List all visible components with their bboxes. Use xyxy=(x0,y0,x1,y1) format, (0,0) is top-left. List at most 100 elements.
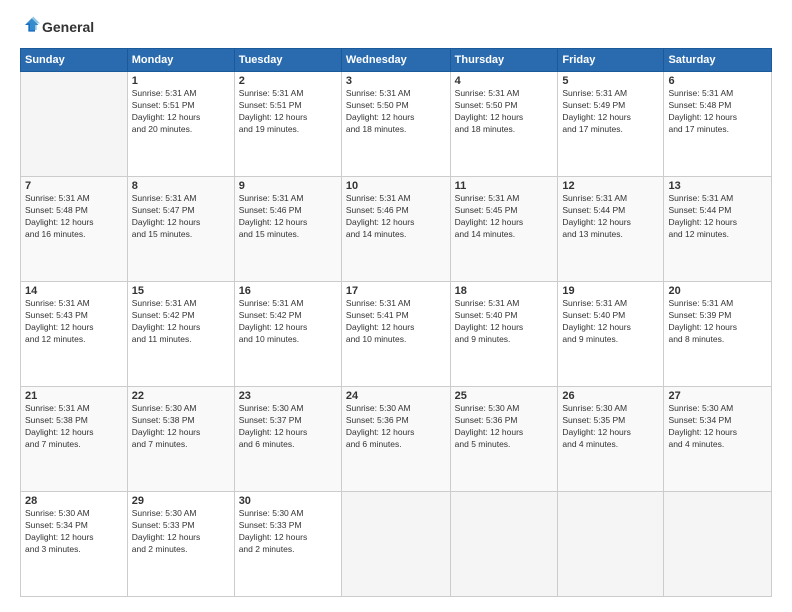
calendar-cell: 26Sunrise: 5:30 AM Sunset: 5:35 PM Dayli… xyxy=(558,387,664,492)
day-info: Sunrise: 5:31 AM Sunset: 5:44 PM Dayligh… xyxy=(668,193,767,241)
day-info: Sunrise: 5:31 AM Sunset: 5:50 PM Dayligh… xyxy=(346,88,446,136)
calendar-cell xyxy=(558,492,664,597)
weekday-header-wednesday: Wednesday xyxy=(341,49,450,72)
calendar-cell: 3Sunrise: 5:31 AM Sunset: 5:50 PM Daylig… xyxy=(341,72,450,177)
calendar-cell: 1Sunrise: 5:31 AM Sunset: 5:51 PM Daylig… xyxy=(127,72,234,177)
weekday-header-row: SundayMondayTuesdayWednesdayThursdayFrid… xyxy=(21,49,772,72)
day-info: Sunrise: 5:31 AM Sunset: 5:46 PM Dayligh… xyxy=(239,193,337,241)
calendar-cell xyxy=(341,492,450,597)
weekday-header-thursday: Thursday xyxy=(450,49,558,72)
day-number: 23 xyxy=(239,390,337,402)
calendar-cell: 14Sunrise: 5:31 AM Sunset: 5:43 PM Dayli… xyxy=(21,282,128,387)
day-info: Sunrise: 5:30 AM Sunset: 5:36 PM Dayligh… xyxy=(346,403,446,451)
day-info: Sunrise: 5:30 AM Sunset: 5:36 PM Dayligh… xyxy=(455,403,554,451)
calendar-table: SundayMondayTuesdayWednesdayThursdayFrid… xyxy=(20,48,772,597)
calendar-cell: 22Sunrise: 5:30 AM Sunset: 5:38 PM Dayli… xyxy=(127,387,234,492)
day-info: Sunrise: 5:31 AM Sunset: 5:42 PM Dayligh… xyxy=(132,298,230,346)
day-number: 11 xyxy=(455,180,554,192)
day-info: Sunrise: 5:30 AM Sunset: 5:38 PM Dayligh… xyxy=(132,403,230,451)
weekday-header-saturday: Saturday xyxy=(664,49,772,72)
day-number: 8 xyxy=(132,180,230,192)
week-row-2: 7Sunrise: 5:31 AM Sunset: 5:48 PM Daylig… xyxy=(21,177,772,282)
calendar-cell: 6Sunrise: 5:31 AM Sunset: 5:48 PM Daylig… xyxy=(664,72,772,177)
day-info: Sunrise: 5:30 AM Sunset: 5:35 PM Dayligh… xyxy=(562,403,659,451)
day-info: Sunrise: 5:31 AM Sunset: 5:42 PM Dayligh… xyxy=(239,298,337,346)
week-row-4: 21Sunrise: 5:31 AM Sunset: 5:38 PM Dayli… xyxy=(21,387,772,492)
weekday-header-sunday: Sunday xyxy=(21,49,128,72)
logo-icon xyxy=(20,15,40,35)
day-info: Sunrise: 5:31 AM Sunset: 5:50 PM Dayligh… xyxy=(455,88,554,136)
calendar-cell: 12Sunrise: 5:31 AM Sunset: 5:44 PM Dayli… xyxy=(558,177,664,282)
day-number: 24 xyxy=(346,390,446,402)
day-number: 27 xyxy=(668,390,767,402)
calendar-cell: 8Sunrise: 5:31 AM Sunset: 5:47 PM Daylig… xyxy=(127,177,234,282)
calendar-cell: 29Sunrise: 5:30 AM Sunset: 5:33 PM Dayli… xyxy=(127,492,234,597)
calendar-cell: 18Sunrise: 5:31 AM Sunset: 5:40 PM Dayli… xyxy=(450,282,558,387)
day-number: 2 xyxy=(239,75,337,87)
day-info: Sunrise: 5:31 AM Sunset: 5:38 PM Dayligh… xyxy=(25,403,123,451)
day-number: 16 xyxy=(239,285,337,297)
day-number: 10 xyxy=(346,180,446,192)
day-number: 18 xyxy=(455,285,554,297)
day-info: Sunrise: 5:31 AM Sunset: 5:48 PM Dayligh… xyxy=(668,88,767,136)
day-info: Sunrise: 5:31 AM Sunset: 5:41 PM Dayligh… xyxy=(346,298,446,346)
day-info: Sunrise: 5:30 AM Sunset: 5:34 PM Dayligh… xyxy=(25,508,123,556)
day-info: Sunrise: 5:31 AM Sunset: 5:44 PM Dayligh… xyxy=(562,193,659,241)
calendar-cell: 30Sunrise: 5:30 AM Sunset: 5:33 PM Dayli… xyxy=(234,492,341,597)
day-number: 6 xyxy=(668,75,767,87)
day-info: Sunrise: 5:30 AM Sunset: 5:33 PM Dayligh… xyxy=(132,508,230,556)
day-info: Sunrise: 5:31 AM Sunset: 5:47 PM Dayligh… xyxy=(132,193,230,241)
week-row-5: 28Sunrise: 5:30 AM Sunset: 5:34 PM Dayli… xyxy=(21,492,772,597)
week-row-1: 1Sunrise: 5:31 AM Sunset: 5:51 PM Daylig… xyxy=(21,72,772,177)
day-number: 12 xyxy=(562,180,659,192)
day-number: 17 xyxy=(346,285,446,297)
page-header: General xyxy=(20,15,772,40)
calendar-cell: 9Sunrise: 5:31 AM Sunset: 5:46 PM Daylig… xyxy=(234,177,341,282)
calendar-cell: 19Sunrise: 5:31 AM Sunset: 5:40 PM Dayli… xyxy=(558,282,664,387)
calendar-cell: 2Sunrise: 5:31 AM Sunset: 5:51 PM Daylig… xyxy=(234,72,341,177)
day-info: Sunrise: 5:31 AM Sunset: 5:39 PM Dayligh… xyxy=(668,298,767,346)
calendar-cell: 23Sunrise: 5:30 AM Sunset: 5:37 PM Dayli… xyxy=(234,387,341,492)
day-number: 5 xyxy=(562,75,659,87)
day-number: 3 xyxy=(346,75,446,87)
weekday-header-tuesday: Tuesday xyxy=(234,49,341,72)
week-row-3: 14Sunrise: 5:31 AM Sunset: 5:43 PM Dayli… xyxy=(21,282,772,387)
day-info: Sunrise: 5:31 AM Sunset: 5:46 PM Dayligh… xyxy=(346,193,446,241)
calendar-cell: 27Sunrise: 5:30 AM Sunset: 5:34 PM Dayli… xyxy=(664,387,772,492)
calendar-cell: 7Sunrise: 5:31 AM Sunset: 5:48 PM Daylig… xyxy=(21,177,128,282)
calendar-cell xyxy=(664,492,772,597)
calendar-cell xyxy=(21,72,128,177)
day-number: 29 xyxy=(132,495,230,507)
calendar-cell: 25Sunrise: 5:30 AM Sunset: 5:36 PM Dayli… xyxy=(450,387,558,492)
calendar-cell: 13Sunrise: 5:31 AM Sunset: 5:44 PM Dayli… xyxy=(664,177,772,282)
day-info: Sunrise: 5:31 AM Sunset: 5:51 PM Dayligh… xyxy=(239,88,337,136)
day-info: Sunrise: 5:31 AM Sunset: 5:51 PM Dayligh… xyxy=(132,88,230,136)
calendar-cell: 4Sunrise: 5:31 AM Sunset: 5:50 PM Daylig… xyxy=(450,72,558,177)
day-info: Sunrise: 5:31 AM Sunset: 5:45 PM Dayligh… xyxy=(455,193,554,241)
logo: General xyxy=(20,15,94,40)
day-info: Sunrise: 5:31 AM Sunset: 5:43 PM Dayligh… xyxy=(25,298,123,346)
calendar-cell: 10Sunrise: 5:31 AM Sunset: 5:46 PM Dayli… xyxy=(341,177,450,282)
day-number: 15 xyxy=(132,285,230,297)
day-number: 13 xyxy=(668,180,767,192)
day-number: 28 xyxy=(25,495,123,507)
calendar-cell: 16Sunrise: 5:31 AM Sunset: 5:42 PM Dayli… xyxy=(234,282,341,387)
weekday-header-monday: Monday xyxy=(127,49,234,72)
day-number: 20 xyxy=(668,285,767,297)
calendar-cell: 11Sunrise: 5:31 AM Sunset: 5:45 PM Dayli… xyxy=(450,177,558,282)
day-info: Sunrise: 5:30 AM Sunset: 5:33 PM Dayligh… xyxy=(239,508,337,556)
day-number: 26 xyxy=(562,390,659,402)
day-number: 7 xyxy=(25,180,123,192)
calendar-cell: 5Sunrise: 5:31 AM Sunset: 5:49 PM Daylig… xyxy=(558,72,664,177)
day-number: 30 xyxy=(239,495,337,507)
day-number: 25 xyxy=(455,390,554,402)
day-info: Sunrise: 5:30 AM Sunset: 5:34 PM Dayligh… xyxy=(668,403,767,451)
day-number: 1 xyxy=(132,75,230,87)
weekday-header-friday: Friday xyxy=(558,49,664,72)
day-number: 14 xyxy=(25,285,123,297)
logo-text-line1: General xyxy=(42,19,94,36)
day-info: Sunrise: 5:31 AM Sunset: 5:40 PM Dayligh… xyxy=(455,298,554,346)
calendar-cell: 24Sunrise: 5:30 AM Sunset: 5:36 PM Dayli… xyxy=(341,387,450,492)
day-number: 9 xyxy=(239,180,337,192)
day-number: 22 xyxy=(132,390,230,402)
